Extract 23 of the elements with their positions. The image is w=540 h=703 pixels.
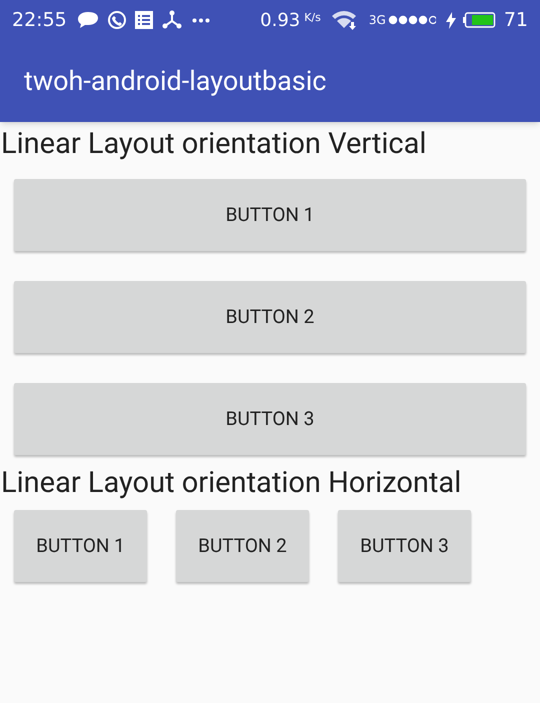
section-heading: Linear Layout orientation Horizontal — [0, 465, 462, 502]
button[interactable]: BUTTON 2 — [176, 510, 309, 582]
button[interactable]: BUTTON 3 — [338, 510, 471, 582]
wifi-icon — [330, 10, 357, 30]
clock: 22:55 — [12, 8, 67, 33]
share-nodes-icon — [162, 10, 182, 30]
button[interactable]: BUTTON 1 — [14, 179, 526, 251]
network-speed: 0.93 — [260, 8, 300, 32]
more-icon — [192, 18, 210, 22]
list-icon — [134, 11, 153, 29]
network-type: 3G — [368, 12, 386, 29]
phone-bubble-icon — [106, 10, 127, 30]
speed-unit: K/s — [304, 10, 321, 26]
button[interactable]: BUTTON 1 — [14, 510, 147, 582]
signal-icon — [388, 15, 436, 25]
button[interactable]: BUTTON 3 — [14, 383, 526, 455]
button[interactable]: BUTTON 2 — [14, 281, 526, 353]
battery-percent: 71 — [504, 8, 528, 33]
chat-bubble-icon — [76, 11, 99, 29]
battery-icon — [462, 12, 496, 28]
section-heading: Linear Layout orientation Vertical — [0, 126, 428, 163]
charging-icon — [446, 12, 456, 28]
app-title: twoh-android-layoutbasic — [24, 64, 326, 99]
